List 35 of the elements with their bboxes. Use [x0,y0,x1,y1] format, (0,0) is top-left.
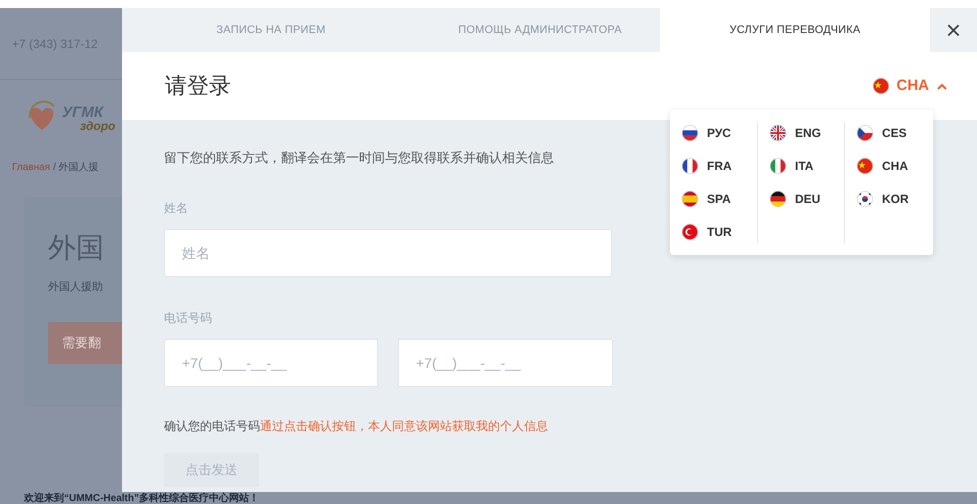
flag-icon [857,158,873,174]
consent-text: 确认您的电话号码通过点击确认按钮，本人同意该网站获取我的个人信息 [164,418,548,435]
intro-text: 留下您的联系方式，翻译会在第一时间与您取得联系并确认相关信息 [164,149,554,167]
flag-icon [682,224,698,240]
flag-icon [682,191,698,207]
flag-icon [770,191,786,207]
language-option[interactable]: ENG [770,122,832,144]
breadcrumb-text: / 外国人援 [53,161,99,175]
modal-title: 请登录 [165,72,231,100]
name-input[interactable]: 姓名 [164,229,612,277]
language-option[interactable]: CES [857,122,919,144]
language-option[interactable]: ITA [770,155,832,177]
tab[interactable]: УСЛУГИ ПЕРЕВОДЧИКА [660,8,930,52]
flag-icon [770,125,786,141]
card-title: 外国 [48,230,105,266]
language-option[interactable]: РУС [682,122,745,144]
language-option[interactable]: KOR [857,188,919,210]
logo-subtext: здоро [79,120,116,132]
language-option[interactable]: FRA [682,155,745,177]
flag-icon [682,125,698,141]
card-subtitle: 外国人援助 [48,280,103,295]
phone-input[interactable]: +7(__)___-__-__ [398,339,613,387]
field-label: 电话号码 [164,310,212,327]
field-label: 姓名 [164,200,188,217]
phone-input[interactable]: +7(__)___-__-__ [164,339,378,387]
language-option[interactable]: CHA [857,155,919,177]
language-option[interactable]: SPA [682,188,745,210]
language-option[interactable]: TUR [682,221,745,243]
flag-icon [857,125,873,141]
language-option[interactable]: DEU [770,188,832,210]
flag-icon [857,191,873,207]
flag-icon [872,78,888,94]
flag-icon [770,158,786,174]
welcome-text: 欢迎来到“UMMC-Health”多科性综合医疗中心网站！ [24,493,259,504]
flag-icon [682,158,698,174]
